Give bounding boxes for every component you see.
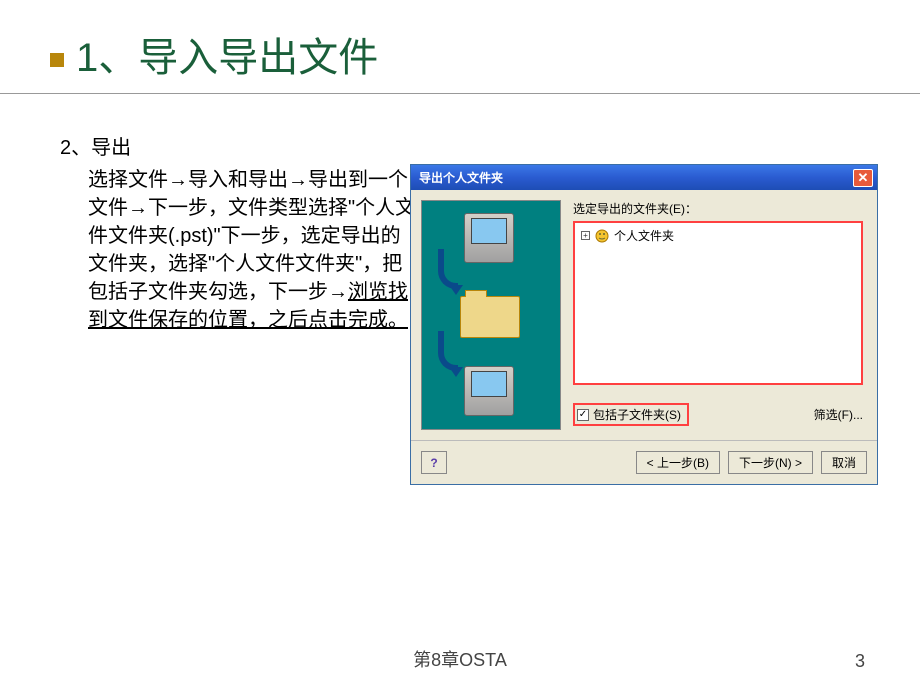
dialog-button-row: ? < 上一步(B) 下一步(N) > 取消 bbox=[411, 440, 877, 484]
dialog-body: 选定导出的文件夹(E)： + 个人文件夹 bbox=[411, 190, 877, 440]
dialog-title-text: 导出个人文件夹 bbox=[419, 169, 503, 186]
prev-button[interactable]: < 上一步(B) bbox=[636, 451, 720, 474]
export-dialog: 导出个人文件夹 ✕ 选定导出的文件夹(E)： + bbox=[410, 164, 878, 485]
folder-tree[interactable]: + 个人文件夹 bbox=[573, 221, 863, 385]
dialog-titlebar[interactable]: 导出个人文件夹 ✕ bbox=[411, 165, 877, 190]
arrowhead-icon bbox=[449, 367, 463, 377]
close-button[interactable]: ✕ bbox=[853, 169, 873, 187]
nav-buttons: < 上一步(B) 下一步(N) > 取消 bbox=[636, 451, 867, 474]
tree-item[interactable]: + 个人文件夹 bbox=[581, 227, 855, 244]
body-text: 选择文件→导入和导出→导出到一个文件→下一步，文件类型选择"个人文件文件夹(.p… bbox=[60, 166, 420, 334]
expand-icon[interactable]: + bbox=[581, 231, 590, 240]
checkbox-icon[interactable]: ✓ bbox=[577, 409, 589, 421]
arrowhead-icon bbox=[449, 285, 463, 295]
footer-chapter: 第8章OSTA bbox=[0, 646, 920, 672]
personal-folder-icon bbox=[595, 229, 609, 243]
options-row: ✓ 包括子文件夹(S) 筛选(F)... bbox=[573, 403, 863, 426]
right-panel: 选定导出的文件夹(E)： + 个人文件夹 bbox=[561, 200, 867, 430]
help-button[interactable]: ? bbox=[421, 451, 447, 474]
filter-button[interactable]: 筛选(F)... bbox=[814, 406, 863, 423]
computer-top-icon bbox=[464, 213, 514, 263]
computer-bottom-icon bbox=[464, 366, 514, 416]
tree-item-label: 个人文件夹 bbox=[614, 227, 674, 244]
slide-title-text: 1、导入导出文件 bbox=[76, 36, 378, 80]
tree-label: 选定导出的文件夹(E)： bbox=[573, 200, 867, 217]
help-icon: ? bbox=[430, 456, 437, 470]
page-number: 3 bbox=[855, 651, 865, 672]
arrow-icon bbox=[438, 249, 458, 289]
include-subfolders-option[interactable]: ✓ 包括子文件夹(S) bbox=[573, 403, 689, 426]
sub-heading: 2、导出 bbox=[60, 134, 420, 162]
arrow-icon bbox=[438, 331, 458, 371]
text-column: 2、导出 选择文件→导入和导出→导出到一个文件→下一步，文件类型选择"个人文件文… bbox=[60, 134, 420, 334]
close-icon: ✕ bbox=[858, 170, 869, 186]
wizard-illustration bbox=[421, 200, 561, 430]
next-button[interactable]: 下一步(N) > bbox=[728, 451, 813, 474]
slide-title: 1、导入导出文件 bbox=[0, 0, 920, 94]
include-subfolders-label: 包括子文件夹(S) bbox=[593, 406, 681, 423]
cancel-button[interactable]: 取消 bbox=[821, 451, 867, 474]
folder-icon bbox=[460, 296, 520, 338]
title-bullet-icon bbox=[50, 53, 64, 67]
